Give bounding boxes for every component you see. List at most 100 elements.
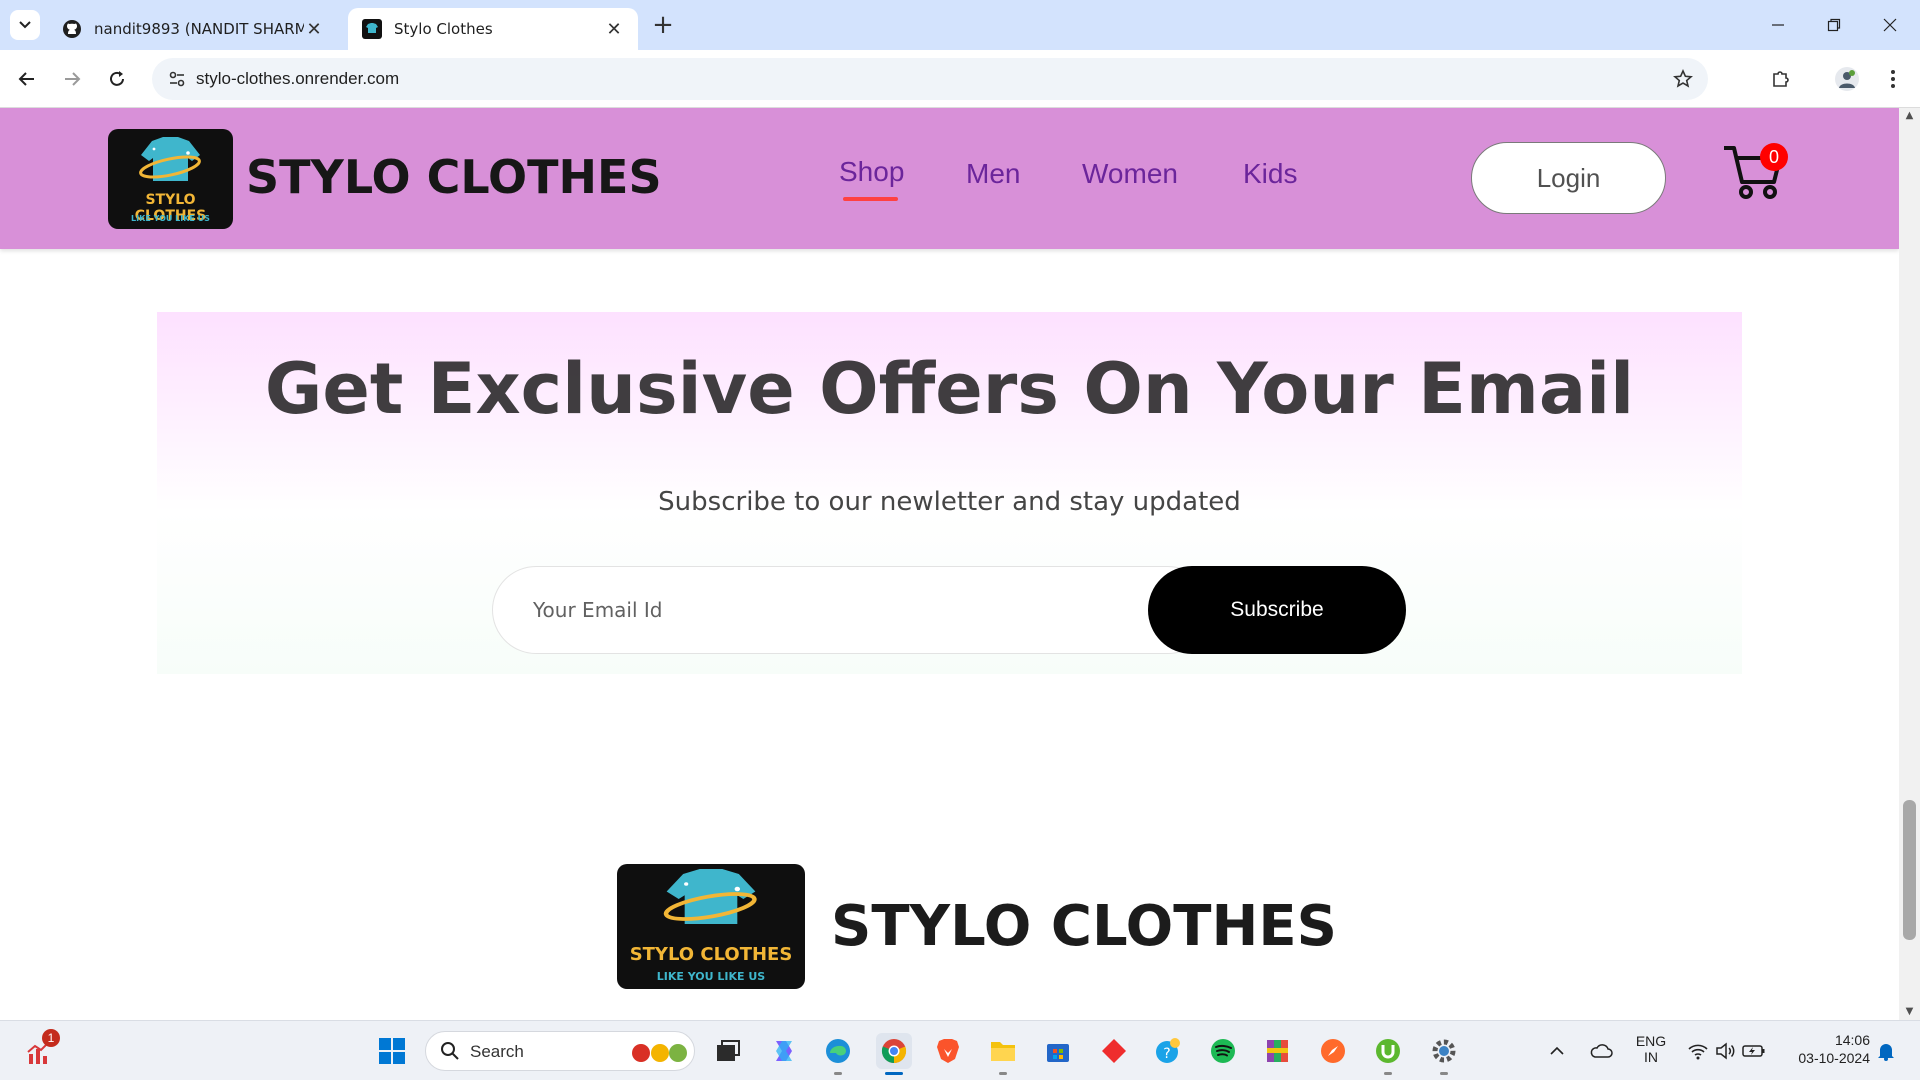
brand-title[interactable]: STYLO CLOTHES	[246, 150, 662, 204]
running-indicator	[1384, 1072, 1392, 1075]
extensions-button[interactable]	[1766, 64, 1796, 94]
site-info-icon[interactable]	[162, 64, 192, 94]
stylo-clothes-favicon	[362, 19, 382, 39]
minimize-window-button[interactable]	[1750, 0, 1806, 50]
newsletter-section: Get Exclusive Offers On Your Email Subsc…	[157, 312, 1742, 674]
fruit-decoration-icon	[632, 1044, 687, 1062]
help-app-button[interactable]: ?	[1150, 1033, 1186, 1069]
tips-icon: ?	[1156, 1038, 1180, 1063]
puzzle-icon	[1773, 71, 1789, 87]
back-arrow-icon	[18, 72, 34, 86]
running-indicator	[834, 1072, 842, 1075]
archive-icon	[1267, 1040, 1288, 1062]
utorrent-button[interactable]	[1370, 1033, 1406, 1075]
cart-count-badge: 0	[1760, 143, 1788, 171]
file-explorer-button[interactable]	[985, 1033, 1021, 1075]
browser-tab-stylo-clothes[interactable]: Stylo Clothes ✕	[348, 8, 638, 50]
browser-tab-strip: nandit9893 (NANDIT SHARMA) ✕ Stylo Cloth…	[0, 0, 1920, 50]
close-tab-icon[interactable]: ✕	[304, 19, 324, 40]
gear-icon	[1432, 1039, 1456, 1063]
start-button[interactable]	[374, 1033, 410, 1069]
close-tab-icon[interactable]: ✕	[604, 19, 624, 40]
show-hidden-icons-button[interactable]	[1545, 1033, 1569, 1069]
folder-icon	[991, 1042, 1015, 1061]
site-header: STYLO CLOTHES LIKE YOU LIKE US STYLO CLO…	[0, 108, 1899, 249]
reload-button[interactable]	[102, 64, 132, 94]
chevron-down-icon	[19, 21, 31, 29]
task-view-icon	[717, 1040, 740, 1061]
footer-logo[interactable]: STYLO CLOTHES LIKE YOU LIKE US	[617, 864, 805, 989]
spotify-button[interactable]	[1205, 1033, 1241, 1069]
notifications-button[interactable]	[1872, 1033, 1900, 1069]
page-viewport: STYLO CLOTHES LIKE YOU LIKE US STYLO CLO…	[0, 108, 1920, 1020]
restore-window-button[interactable]	[1806, 0, 1862, 50]
spotify-icon	[1211, 1039, 1235, 1063]
back-button[interactable]	[12, 64, 42, 94]
nav-kids[interactable]: Kids	[1243, 158, 1297, 190]
login-button[interactable]: Login	[1471, 142, 1666, 214]
github-icon	[62, 19, 82, 39]
chrome-button[interactable]	[876, 1033, 912, 1075]
email-field[interactable]	[492, 566, 1212, 654]
task-view-button[interactable]	[710, 1033, 746, 1069]
language-region: IN	[1644, 1049, 1658, 1065]
clock-time: 14:06	[1834, 1032, 1870, 1048]
tab-title: Stylo Clothes	[394, 20, 493, 38]
clock-date: 03-10-2024	[1798, 1050, 1870, 1066]
microsoft-store-button[interactable]	[1040, 1033, 1076, 1069]
page-scrollbar[interactable]: ▲ ▼	[1899, 108, 1920, 1020]
newsletter-title: Get Exclusive Offers On Your Email	[264, 348, 1635, 430]
bookmark-star-icon[interactable]	[1668, 64, 1698, 94]
footer-brand-title: STYLO CLOTHES	[831, 894, 1337, 959]
close-window-button[interactable]	[1862, 0, 1918, 50]
utorrent-icon	[1376, 1039, 1400, 1063]
diamond-app-icon	[1102, 1039, 1126, 1063]
browser-tab-github[interactable]: nandit9893 (NANDIT SHARMA) ✕	[48, 8, 338, 50]
battery-charging-icon	[1742, 1045, 1765, 1057]
tab-search-dropdown-button[interactable]	[10, 10, 40, 40]
battery-status[interactable]	[1740, 1033, 1768, 1069]
search-icon	[441, 1042, 459, 1060]
wifi-icon	[1688, 1044, 1708, 1060]
subscribe-button[interactable]: Subscribe	[1148, 566, 1406, 654]
widgets-button[interactable]: 1	[22, 1029, 60, 1069]
scroll-up-arrow-icon[interactable]: ▲	[1899, 108, 1920, 124]
nav-shop[interactable]: Shop	[839, 156, 904, 188]
nav-women[interactable]: Women	[1082, 158, 1178, 190]
address-bar[interactable]: stylo-clothes.onrender.com	[152, 58, 1708, 100]
new-tab-button[interactable]: +	[650, 12, 676, 38]
avatar	[1835, 67, 1859, 91]
compass-app-button[interactable]	[1315, 1033, 1351, 1069]
nav-men[interactable]: Men	[966, 158, 1020, 190]
chrome-icon	[881, 1039, 907, 1064]
forward-button[interactable]	[57, 64, 87, 94]
compass-icon	[1321, 1039, 1345, 1063]
language-code: ENG	[1635, 1033, 1667, 1049]
brave-button[interactable]	[930, 1033, 966, 1069]
profile-avatar-button[interactable]	[1832, 64, 1862, 94]
anydesk-button[interactable]	[1096, 1033, 1132, 1069]
speaker-icon	[1716, 1042, 1735, 1060]
language-indicator[interactable]: ENG IN	[1628, 1033, 1674, 1065]
settings-button[interactable]	[1426, 1033, 1462, 1075]
store-icon	[1047, 1044, 1069, 1062]
minimize-icon	[1772, 24, 1784, 26]
browser-menu-button[interactable]	[1878, 64, 1908, 94]
scroll-down-arrow-icon[interactable]: ▼	[1899, 1004, 1920, 1020]
url-text[interactable]: stylo-clothes.onrender.com	[196, 69, 399, 89]
clock[interactable]: 14:06 03-10-2024	[1780, 1032, 1880, 1066]
svg-text:?: ?	[1163, 1046, 1170, 1062]
header-logo[interactable]: STYLO CLOTHES LIKE YOU LIKE US	[108, 129, 233, 229]
onedrive-button[interactable]	[1586, 1033, 1616, 1069]
winrar-button[interactable]	[1260, 1033, 1296, 1069]
volume-status[interactable]	[1712, 1033, 1740, 1069]
scrollbar-thumb[interactable]	[1903, 800, 1916, 940]
copilot-button[interactable]	[766, 1033, 802, 1069]
windows-taskbar: 1 Search ? ENG IN 14:06 03-10-2024	[0, 1020, 1920, 1080]
edge-icon	[826, 1039, 850, 1063]
copilot-icon	[776, 1041, 792, 1061]
search-label: Search	[470, 1042, 524, 1061]
taskbar-search[interactable]: Search	[425, 1031, 695, 1071]
wifi-status[interactable]	[1684, 1033, 1712, 1069]
edge-button[interactable]	[820, 1033, 856, 1075]
